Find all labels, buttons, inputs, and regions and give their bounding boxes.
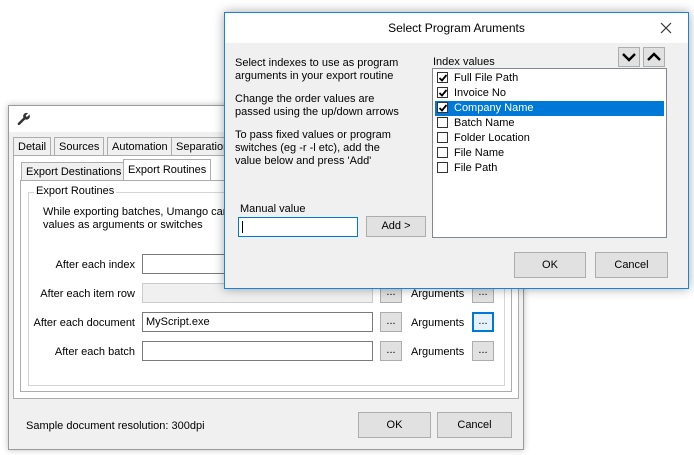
after-each-document-input[interactable]: MyScript.exe: [142, 312, 373, 332]
list-item[interactable]: Company Name: [435, 101, 664, 116]
checkbox[interactable]: [437, 87, 448, 98]
index-values-list[interactable]: Full File Path Invoice No Company Name Batc…: [432, 68, 667, 238]
description-text: values as arguments or switches: [43, 219, 203, 231]
tab-export-destinations[interactable]: Export Destinations: [21, 162, 127, 180]
instruction-line: Change the order values are: [235, 93, 375, 105]
group-title: Export Routines: [34, 185, 117, 197]
list-item[interactable]: Folder Location: [435, 131, 664, 146]
close-icon[interactable]: [651, 13, 681, 43]
instructions-fixed-values: To pass fixed values or program switches…: [235, 129, 391, 168]
tab-export-routines[interactable]: Export Routines: [123, 159, 212, 181]
list-item[interactable]: Full File Path: [435, 71, 664, 86]
tab-label: Separation: [176, 141, 230, 153]
dialog-ok-button[interactable]: OK: [514, 252, 586, 278]
arguments-button[interactable]: ...: [472, 341, 494, 361]
dialog-titlebar: Select Program Aruments: [225, 13, 688, 43]
instruction-line: To pass fixed values or program: [235, 129, 391, 141]
instruction-line: switches (eg -r -l etc), add the: [235, 142, 380, 154]
checkmark-icon: [438, 74, 448, 82]
list-item-label: Company Name: [454, 102, 534, 114]
chevron-up-icon: [647, 52, 661, 61]
browse-button[interactable]: ...: [380, 312, 402, 332]
dialog-cancel-button[interactable]: Cancel: [595, 252, 668, 278]
list-item[interactable]: Invoice No: [435, 86, 664, 101]
chevron-down-icon: [622, 53, 636, 62]
tab-label: Sources: [59, 141, 100, 153]
tab-label: Export Routines: [128, 164, 207, 176]
checkbox[interactable]: [437, 162, 448, 173]
list-item-label: Full File Path: [454, 72, 519, 84]
after-each-batch-input[interactable]: [142, 341, 373, 361]
after-each-batch-label: After each batch: [54, 346, 135, 358]
cancel-button[interactable]: Cancel: [437, 412, 512, 438]
list-item-label: Invoice No: [454, 87, 506, 99]
tab-label: Automation: [112, 141, 168, 153]
after-each-document-label: After each document: [33, 317, 135, 329]
list-item-label: Folder Location: [454, 132, 530, 144]
checkmark-icon: [438, 89, 448, 97]
checkbox[interactable]: [437, 72, 448, 83]
tab-detail[interactable]: Detail: [13, 137, 52, 155]
list-item-label: File Path: [454, 162, 498, 174]
instruction-line: Select indexes to use as program: [235, 57, 399, 69]
list-item-label: Batch Name: [454, 117, 515, 129]
manual-value-label: Manual value: [240, 203, 306, 215]
tab-automation[interactable]: Automation: [107, 137, 173, 155]
select-program-arguments-dialog: Select Program Aruments Select indexes t…: [224, 12, 689, 289]
checkbox[interactable]: [437, 147, 448, 158]
arguments-label: Arguments: [411, 288, 465, 300]
arguments-button[interactable]: ...: [472, 312, 494, 332]
after-each-index-label: After each index: [55, 259, 136, 271]
browse-button[interactable]: ...: [380, 341, 402, 361]
arguments-label: Arguments: [411, 346, 465, 358]
instruction-line: passed using the up/down arrows: [235, 106, 399, 118]
dialog-title: Select Program Aruments: [388, 21, 525, 35]
tab-label: Export Destinations: [26, 166, 122, 178]
instructions-order: Change the order values are passed using…: [235, 93, 399, 119]
checkbox[interactable]: [437, 102, 448, 113]
move-up-button[interactable]: [643, 47, 665, 67]
instruction-line: value below and press 'Add': [235, 155, 372, 167]
list-item[interactable]: Batch Name: [435, 116, 664, 131]
after-each-item-row-label: After each item row: [40, 288, 135, 300]
manual-value-input[interactable]: [238, 217, 358, 237]
resolution-text: Sample document resolution: 300dpi: [26, 420, 205, 432]
list-item[interactable]: File Name: [435, 146, 664, 161]
description-text: While exporting batches, Umango can: [43, 206, 229, 218]
arguments-label: Arguments: [411, 317, 465, 329]
move-down-button[interactable]: [618, 47, 640, 67]
checkmark-icon: [438, 104, 448, 112]
list-item[interactable]: File Path: [435, 161, 664, 176]
instruction-line: arguments in your export routine: [235, 70, 394, 82]
ok-button[interactable]: OK: [358, 412, 431, 438]
add-button[interactable]: Add >: [366, 216, 426, 237]
instructions-select: Select indexes to use as program argumen…: [235, 57, 398, 83]
after-each-index-input[interactable]: [142, 254, 232, 274]
text-cursor: [242, 221, 243, 233]
checkbox[interactable]: [437, 117, 448, 128]
list-item-label: File Name: [454, 147, 505, 159]
index-values-label: Index values: [433, 56, 495, 68]
tab-sources[interactable]: Sources: [54, 137, 105, 155]
wrench-icon: [17, 112, 30, 126]
tab-label: Detail: [18, 141, 47, 153]
checkbox[interactable]: [437, 132, 448, 143]
